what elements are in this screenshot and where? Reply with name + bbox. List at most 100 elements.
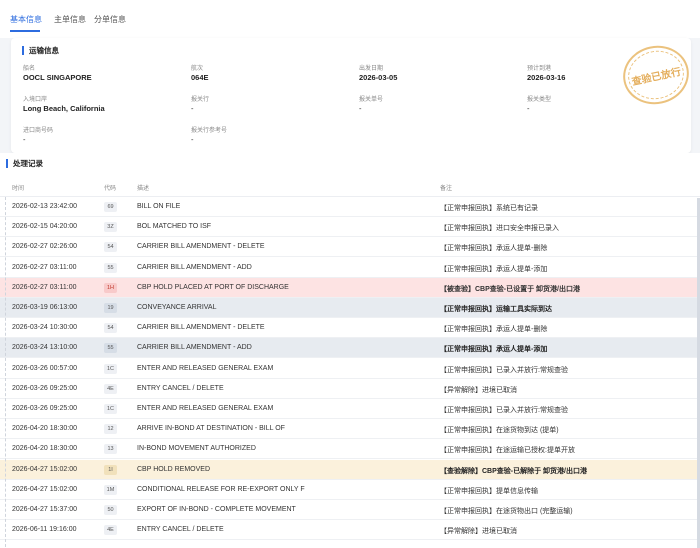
- field-value-broker-ref: -: [191, 135, 194, 144]
- row-remark: 【正常申报回执】在途货物出口 (完整运输): [440, 508, 573, 515]
- row-description: CARRIER BILL AMENDMENT - DELETE: [137, 324, 265, 332]
- row-code-badge: 3Z: [104, 222, 117, 233]
- tab-master-bill[interactable]: 主单信息: [54, 14, 86, 25]
- row-time: 2026-03-19 06:13:00: [12, 304, 77, 311]
- transport-info-card: 运输信息 船名 OOCL SINGAPORE 航次 064E 出发日期 2026…: [11, 38, 695, 153]
- row-remark: 【正常申报回执】系统已有记录: [440, 205, 538, 212]
- table-row[interactable]: 2026-03-24 13:10:00 55 CARRIER BILL AMENDM…: [0, 338, 700, 359]
- row-time: 2026-04-27 15:37:00: [12, 506, 77, 513]
- row-code-badge: 13: [104, 444, 117, 455]
- row-description: ENTER AND RELEASED GENERAL EXAM: [137, 405, 274, 412]
- active-tab-indicator: [10, 30, 40, 32]
- field-value-importer-no: -: [23, 135, 26, 144]
- row-description: BOL MATCHED TO ISF: [137, 223, 212, 231]
- tab-house-bill[interactable]: 分单信息: [94, 14, 126, 25]
- row-remark: 【正常申报回执】在途运输已授权:提单开放: [440, 447, 575, 455]
- field-label-departure-date: 出发日期: [359, 66, 384, 72]
- field-value-eta: 2026-03-16: [527, 73, 566, 82]
- field-label-entry-port: 入境口岸: [23, 97, 48, 103]
- row-code-badge: 1M: [104, 484, 117, 495]
- row-time: 2026-02-13 23:42:00: [12, 203, 77, 210]
- field-value-vessel: OOCL SINGAPORE: [23, 73, 92, 82]
- stamp-text: 查验已放行: [630, 66, 683, 88]
- table-row[interactable]: 2026-03-19 06:13:00 19 CONVEYANCE ARRIVAL 【…: [0, 298, 700, 318]
- row-remark: 【正常申报回执】已录入并放行:常规查验: [440, 366, 568, 374]
- column-header-remark: 备注: [440, 186, 453, 192]
- row-description: CARRIER BILL AMENDMENT - ADD: [137, 344, 252, 352]
- row-description: ENTRY CANCEL / DELETE: [137, 384, 224, 392]
- column-header-code: 代码: [104, 186, 117, 192]
- row-time: 2026-03-24 10:30:00: [12, 324, 77, 332]
- tab-bar: 基本信息 主单信息 分单信息: [0, 0, 700, 38]
- row-code-badge: 12: [104, 424, 117, 435]
- table-row[interactable]: 2026-06-11 19:16:00 4E ENTRY CANCEL / DELE…: [0, 520, 700, 541]
- field-label-importer-no: 进口商号码: [23, 128, 54, 134]
- field-label-eta: 预计到港: [527, 66, 552, 72]
- row-code-badge: 1H: [104, 282, 117, 293]
- table-row[interactable]: 2026-03-26 00:57:00 1C ENTER AND RELEASED …: [0, 359, 700, 379]
- row-code-badge: 55: [104, 262, 117, 273]
- row-code-badge: 55: [104, 343, 117, 354]
- field-label-declaration-type: 报关类型: [527, 97, 552, 103]
- table-row[interactable]: 2026-04-27 15:02:00 1M CONDITIONAL RELEASE…: [0, 480, 700, 500]
- field-value-voyage: 064E: [191, 73, 209, 82]
- row-time: 2026-02-15 04:20:00: [12, 223, 77, 231]
- row-remark: 【异常解除】进境已取消: [440, 386, 517, 394]
- field-value-departure-date: 2026-03-05: [359, 73, 398, 82]
- row-code-badge: 1I: [104, 464, 117, 475]
- column-header-time: 时间: [12, 186, 25, 192]
- row-code-badge: 4E: [104, 383, 117, 394]
- row-description: ENTER AND RELEASED GENERAL EXAM: [137, 364, 274, 372]
- stamp-inner-ring: 查验已放行: [623, 45, 689, 105]
- row-description: ARRIVE IN-BOND AT DESTINATION - BILL OF: [137, 425, 285, 433]
- field-label-customs-broker: 报关行: [191, 97, 210, 103]
- row-remark: 【正常申报回执】承运人提单-删除: [440, 245, 548, 253]
- row-remark: 【正常申报回执】进口安全申报已录入: [440, 225, 559, 233]
- field-label-vessel: 船名: [23, 66, 36, 72]
- row-code-badge: 1C: [104, 404, 117, 414]
- row-time: 2026-04-27 15:02:00: [12, 465, 77, 473]
- transport-info-title: 运输信息: [22, 46, 59, 55]
- row-remark: 【正常申报回执】提单信息传输: [440, 487, 538, 495]
- row-code-badge: 54: [104, 323, 117, 334]
- table-row[interactable]: 2026-02-15 04:20:00 3Z BOL MATCHED TO ISF 【…: [0, 217, 700, 238]
- table-row[interactable]: 2026-03-26 09:25:00 4E ENTRY CANCEL / DELE…: [0, 379, 700, 399]
- row-remark: 【正常申报回执】已录入并放行:常规查验: [440, 407, 568, 414]
- row-time: 2026-06-11 19:16:00: [12, 526, 77, 534]
- row-time: 2026-02-27 03:11:00: [12, 283, 77, 291]
- table-row[interactable]: 2026-03-26 09:25:00 1C ENTER AND RELEASED …: [0, 399, 700, 419]
- table-row[interactable]: 2026-04-27 15:37:00 50 EXPORT OF IN-BOND -…: [0, 500, 700, 520]
- row-description: CARRIER BILL AMENDMENT - DELETE: [137, 243, 265, 251]
- row-remark: 【被查验】CBP查验-已设置于 卸货港/出口港: [440, 285, 580, 293]
- table-row[interactable]: 2026-02-27 02:26:00 54 CARRIER BILL AMENDM…: [0, 237, 700, 258]
- table-row[interactable]: 2026-04-20 18:30:00 13 IN-BOND MOVEMENT AU…: [0, 439, 700, 460]
- table-row[interactable]: 2026-02-27 03:11:00 55 CARRIER BILL AMENDM…: [0, 258, 700, 278]
- row-remark: 【正常申报回执】承运人提单-添加: [440, 265, 548, 273]
- row-description: CBP HOLD REMOVED: [137, 465, 210, 473]
- table-row[interactable]: 2026-02-27 03:11:00 1H CBP HOLD PLACED AT …: [0, 277, 700, 298]
- table-row[interactable]: 2026-04-20 18:30:00 12 ARRIVE IN-BOND AT D…: [0, 419, 700, 440]
- table-row[interactable]: 2026-02-13 23:42:00 69 BILL ON FILE 【正常申报回执…: [0, 197, 700, 217]
- row-code-badge: 1C: [104, 363, 117, 374]
- inspection-released-stamp: 查验已放行: [617, 39, 695, 111]
- table-row[interactable]: 2026-03-24 10:30:00 54 CARRIER BILL AMENDM…: [0, 318, 700, 339]
- field-label-declaration-no: 报关单号: [359, 97, 384, 103]
- tab-basic-info[interactable]: 基本信息: [10, 14, 42, 25]
- row-time: 2026-03-26 09:25:00: [12, 384, 77, 392]
- row-time: 2026-04-20 18:30:00: [12, 445, 77, 453]
- field-label-voyage: 航次: [191, 66, 204, 72]
- field-value-entry-port: Long Beach, California: [23, 104, 105, 113]
- table-row[interactable]: 2026-04-27 15:02:00 1I CBP HOLD REMOVED 【查验…: [0, 459, 700, 480]
- row-description: ENTRY CANCEL / DELETE: [137, 526, 224, 534]
- field-label-broker-ref: 报关行参考号: [191, 128, 228, 134]
- column-header-description: 描述: [137, 186, 150, 192]
- row-description: CONDITIONAL RELEASE FOR RE-EXPORT ONLY F: [137, 485, 305, 493]
- row-code-badge: 4E: [104, 525, 117, 536]
- row-description: EXPORT OF IN-BOND - COMPLETE MOVEMENT: [137, 506, 296, 513]
- field-value-declaration-type: -: [527, 104, 530, 113]
- processing-records-title: 处理记录: [6, 159, 43, 168]
- row-code-badge: 50: [104, 505, 117, 515]
- row-time: 2026-02-27 02:26:00: [12, 243, 77, 251]
- row-remark: 【正常申报回执】在途货物到达 (提单): [440, 427, 559, 435]
- row-description: CONVEYANCE ARRIVAL: [137, 304, 217, 311]
